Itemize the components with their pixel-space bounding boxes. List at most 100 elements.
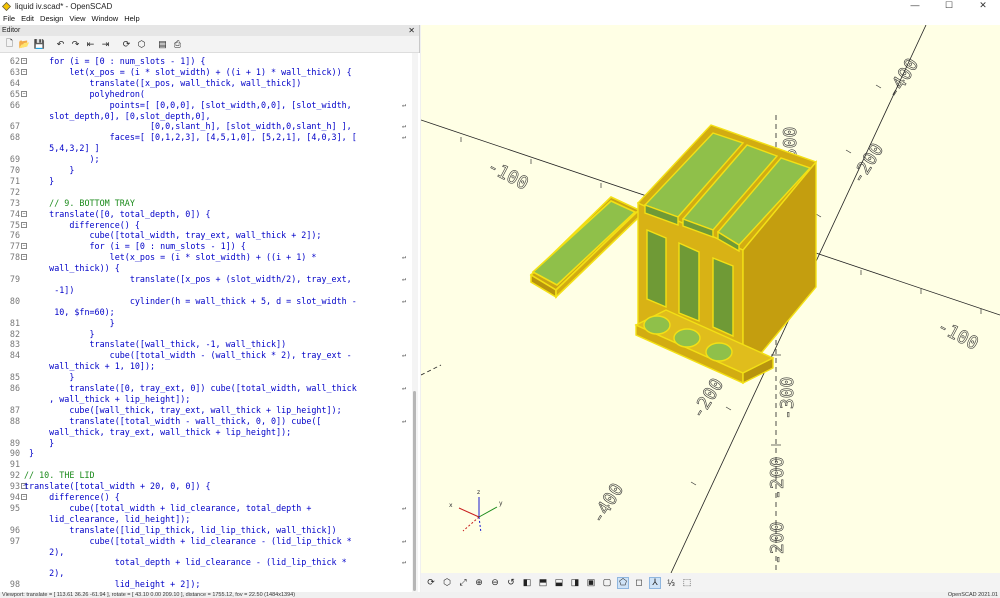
code-line[interactable]: 83 translate([wall_thick, -1, wall_thick…	[0, 339, 410, 350]
code-line[interactable]: 88 translate([total_width - wall_thick, …	[0, 416, 410, 427]
code-line[interactable]: 76 cube([total_width, tray_ext, wall_thi…	[0, 230, 410, 241]
export-stl-icon[interactable]: ▤	[156, 38, 169, 51]
code-line[interactable]: 87 cube([wall_thick, tray_ext, wall_thic…	[0, 405, 410, 416]
fold-toggle-icon[interactable]: −	[21, 221, 27, 228]
code-line[interactable]: 78− let(x_pos = (i * slot_width) + ((i +…	[0, 252, 410, 263]
code-line[interactable]: 96 translate([lid_lip_thick, lid_lip_thi…	[0, 525, 410, 536]
code-line[interactable]: 69 );	[0, 154, 410, 165]
code-line[interactable]: 84 cube([total_width - (wall_thick * 2),…	[0, 350, 410, 361]
menu-design[interactable]: Design	[37, 14, 66, 23]
code-line[interactable]: 89 }	[0, 438, 410, 449]
code-line[interactable]: 86 translate([0, tray_ext, 0]) cube([tot…	[0, 383, 410, 394]
code-line[interactable]: 62− for (i = [0 : num_slots - 1]) {	[0, 56, 410, 67]
view-left-icon[interactable]: ◨	[569, 577, 581, 589]
code-line[interactable]: wall_thick)) {	[0, 263, 410, 274]
send-to-printer-icon[interactable]: ⎙	[171, 38, 184, 51]
view-back-icon[interactable]: ▢	[601, 577, 613, 589]
fold-toggle-icon[interactable]: −	[21, 58, 27, 64]
indent-icon[interactable]: ⇥	[99, 38, 112, 51]
code-line[interactable]: 94− difference() {	[0, 492, 410, 503]
code-line[interactable]: 79 translate([x_pos + (slot_width/2), tr…	[0, 274, 410, 285]
zoom-out-icon[interactable]: ⊖	[489, 577, 501, 589]
zoom-in-icon[interactable]: ⊕	[473, 577, 485, 589]
code-line[interactable]: 91	[0, 459, 410, 470]
code-line[interactable]: 93− translate([total_width + 20, 0, 0]) {	[0, 481, 410, 492]
fold-toggle-icon[interactable]: −	[21, 243, 27, 250]
editor-scrollbar[interactable]	[412, 53, 418, 592]
code-line[interactable]: slot_depth,0], [0,slot_depth,0],	[0, 111, 410, 122]
view-front-icon[interactable]: ▣	[585, 577, 597, 589]
show-axes-icon[interactable]: ⅄	[649, 576, 661, 589]
unindent-icon[interactable]: ⇤	[84, 38, 97, 51]
preview-icon[interactable]: ⟳	[120, 38, 133, 51]
code-line[interactable]: total_depth + lid_clearance - (lid_lip_t…	[0, 557, 410, 568]
code-line[interactable]: 5,4,3,2] ]	[0, 143, 410, 154]
editor-scrollbar-thumb[interactable]	[413, 391, 416, 591]
code-line[interactable]: 85 }	[0, 372, 410, 383]
code-line[interactable]: 2),	[0, 547, 410, 558]
view-top-icon[interactable]: ⬒	[537, 577, 549, 589]
code-line[interactable]: wall_thick, tray_ext, wall_thick + lip_h…	[0, 427, 410, 438]
fold-toggle-icon[interactable]: −	[21, 90, 27, 97]
minimize-button[interactable]: —	[898, 0, 932, 12]
close-window-button[interactable]: ✕	[966, 0, 1000, 12]
3d-viewport[interactable]: -400 -200 -500 -100 -200 -300 -100 -200 …	[421, 25, 1000, 573]
menu-edit[interactable]: Edit	[18, 14, 37, 23]
code-line[interactable]: 71 }	[0, 176, 410, 187]
code-editor[interactable]: 62− for (i = [0 : num_slots - 1]) {63− l…	[0, 53, 420, 592]
menu-help[interactable]: Help	[121, 14, 142, 23]
fold-toggle-icon[interactable]: −	[21, 254, 27, 261]
fold-toggle-icon[interactable]: −	[21, 210, 27, 217]
orthogonal-icon[interactable]: ◻	[633, 577, 645, 589]
view-all-icon[interactable]: ⤢	[457, 577, 469, 589]
code-line[interactable]: 92 // 10. THE LID	[0, 470, 410, 481]
code-line[interactable]: 67 [0,0,slant_h], [slot_width,0,slant_h]…	[0, 121, 410, 132]
code-line[interactable]: 64 translate([x_pos, wall_thick, wall_th…	[0, 78, 410, 89]
save-file-icon[interactable]: 💾	[33, 38, 46, 51]
code-text: polyhedron(	[29, 88, 145, 99]
reset-view-icon[interactable]: ↺	[505, 577, 517, 589]
preview-icon[interactable]: ⟳	[425, 577, 437, 589]
perspective-icon[interactable]: ⬠	[617, 576, 629, 589]
view-right-icon[interactable]: ◧	[521, 577, 533, 589]
show-scale-markers-icon[interactable]: ⅓	[665, 577, 677, 589]
maximize-button[interactable]: ☐	[932, 0, 966, 12]
code-line[interactable]: 77− for (i = [0 : num_slots - 1]) {	[0, 241, 410, 252]
close-editor-icon[interactable]: ✕	[408, 25, 415, 36]
code-line[interactable]: 72	[0, 187, 410, 198]
code-line[interactable]: 98 lid_height + 2]);	[0, 579, 410, 590]
code-line[interactable]: 10, $fn=60);	[0, 307, 410, 318]
new-file-icon[interactable]: 🗋	[3, 38, 16, 51]
menu-window[interactable]: Window	[89, 14, 122, 23]
code-line[interactable]: 70 }	[0, 165, 410, 176]
code-line[interactable]: lid_clearance, lid_height]);	[0, 514, 410, 525]
code-line[interactable]: 73 // 9. BOTTOM TRAY	[0, 198, 410, 209]
show-edges-icon[interactable]: ⬚	[681, 577, 693, 589]
code-line[interactable]: 90}	[0, 448, 410, 459]
menu-view[interactable]: View	[66, 14, 88, 23]
redo-icon[interactable]: ↷	[69, 38, 82, 51]
code-line[interactable]: 95 cube([total_width + lid_clearance, to…	[0, 503, 410, 514]
code-line[interactable]: 97 cube([total_width + lid_clearance - (…	[0, 536, 410, 547]
fold-toggle-icon[interactable]: −	[21, 494, 27, 500]
code-line[interactable]: 74− translate([0, total_depth, 0]) {	[0, 209, 410, 220]
render-icon[interactable]: ⬡	[135, 38, 148, 51]
code-line[interactable]: 65− polyhedron(	[0, 89, 410, 100]
code-line[interactable]: 80 cylinder(h = wall_thick + 5, d = slot…	[0, 296, 410, 307]
code-line[interactable]: 63− let(x_pos = (i * slot_width) + ((i +…	[0, 67, 410, 78]
undo-icon[interactable]: ↶	[54, 38, 67, 51]
code-line[interactable]: 75− difference() {	[0, 220, 410, 231]
code-line[interactable]: 2),	[0, 568, 410, 579]
fold-toggle-icon[interactable]: −	[21, 68, 27, 75]
code-line[interactable]: 82 }	[0, 329, 410, 340]
code-line[interactable]: wall_thick + 1, 10]);	[0, 361, 410, 372]
code-line[interactable]: -1])	[0, 285, 410, 296]
open-file-icon[interactable]: 📂	[18, 38, 31, 51]
code-line[interactable]: , wall_thick + lip_height]);	[0, 394, 410, 405]
menu-file[interactable]: File	[0, 14, 18, 23]
code-line[interactable]: 81 }	[0, 318, 410, 329]
render-icon[interactable]: ⬡	[441, 577, 453, 589]
code-line[interactable]: 68 faces=[ [0,1,2,3], [4,5,1,0], [5,2,1]…	[0, 132, 410, 143]
code-line[interactable]: 66 points=[ [0,0,0], [slot_width,0,0], […	[0, 100, 410, 111]
view-bottom-icon[interactable]: ⬓	[553, 577, 565, 589]
